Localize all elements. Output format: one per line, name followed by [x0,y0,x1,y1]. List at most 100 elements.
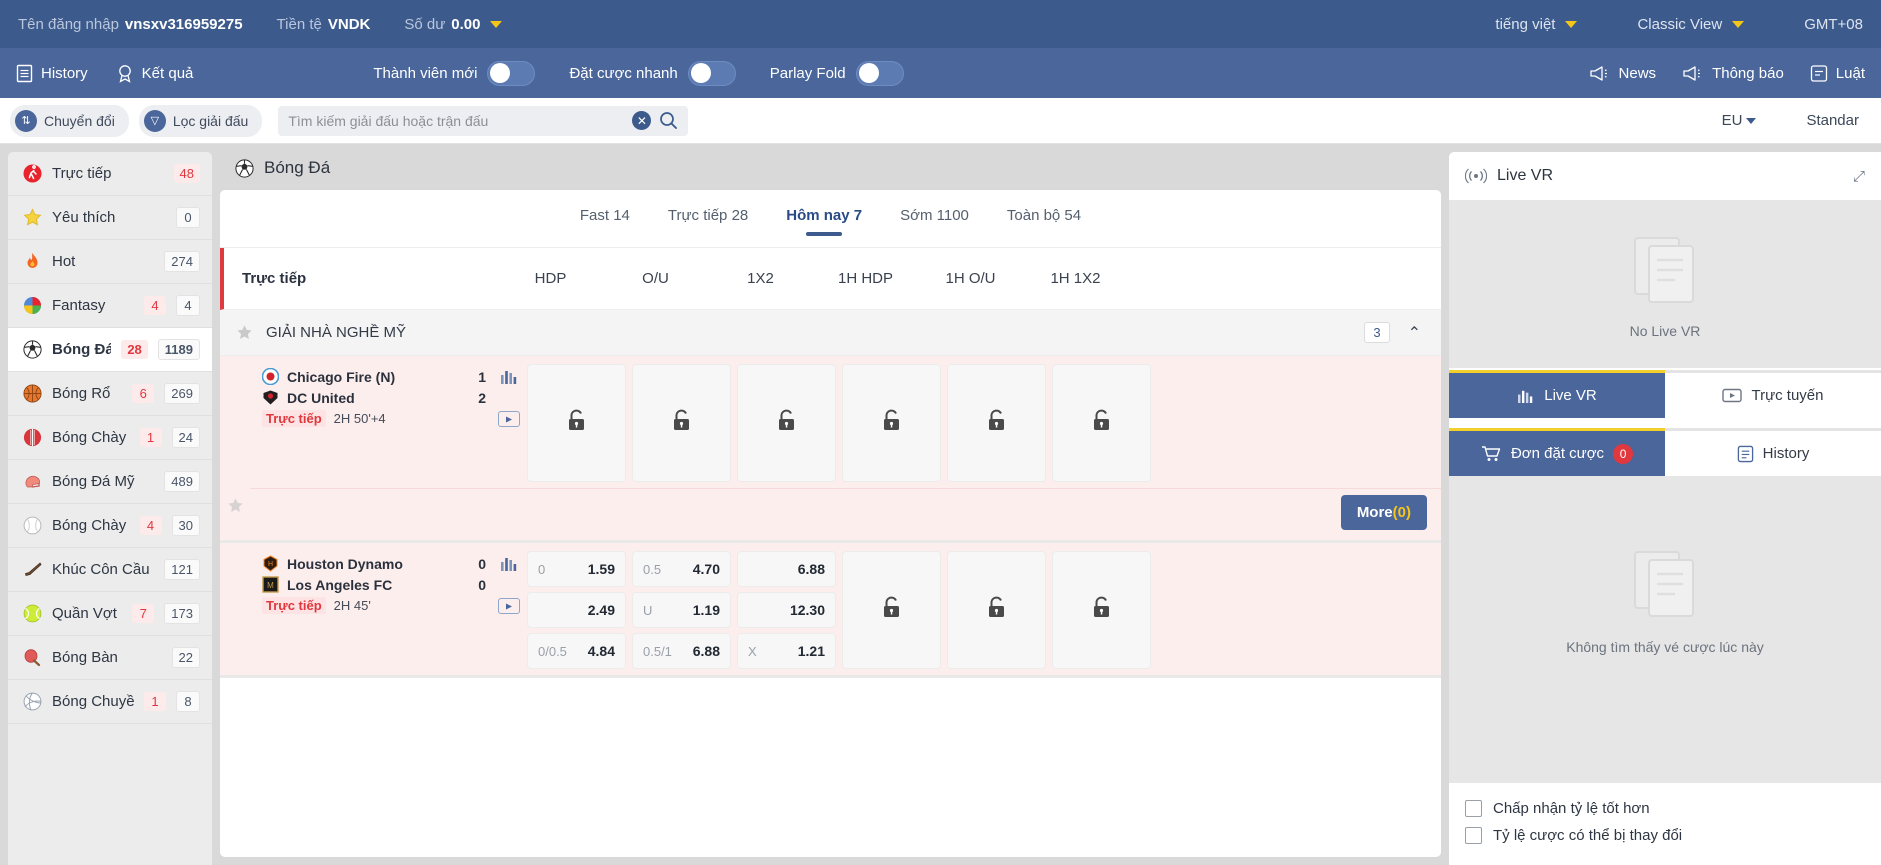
layout-selector[interactable]: Standar [1806,112,1859,129]
nav-results[interactable]: Kết quả [116,64,193,83]
sidebar-item-fantasy[interactable]: Fantasy 4 4 [8,284,212,328]
sidebar-item-cricket[interactable]: Bóng Chày 1 24 [8,416,212,460]
empty-document-icon [1619,544,1711,627]
clear-icon[interactable]: ✕ [632,111,652,130]
sidebar-badge-gray: 489 [164,471,200,492]
odds-cell[interactable]: 2.49 [527,592,626,628]
odds-value: 4.70 [692,561,720,577]
view-mode-selector[interactable]: Classic View [1637,16,1745,33]
odds-cell[interactable]: U 1.19 [632,592,731,628]
nav-history[interactable]: History [16,64,88,83]
league-header[interactable]: GIẢI NHÀ NGHỀ MỸ 3 ⌃ [220,310,1441,356]
checkbox-accept-better-odds[interactable] [1465,800,1482,817]
language-selector[interactable]: tiếng việt [1495,16,1578,33]
search-input[interactable] [288,112,625,129]
sidebar-item-live[interactable]: Trực tiếp 48 [8,152,212,196]
tab-stream-label: Trực tuyến [1751,387,1824,404]
nav-notice[interactable]: Thông báo [1682,65,1784,82]
sidebar-item-ice-hockey[interactable]: Khúc Côn Cầu 121 [8,548,212,592]
sidebar-item-tennis[interactable]: Quần Vợt 7 173 [8,592,212,636]
option-odds-may-change[interactable]: Tỷ lệ cược có thể bị thay đổi [1465,822,1865,849]
new-member-toggle[interactable] [487,60,536,86]
funnel-icon: ▽ [143,109,166,132]
svg-text:M: M [267,581,274,590]
parlay-fold-toggle[interactable] [855,60,904,86]
tab-today[interactable]: Hôm nay 7 [784,201,864,236]
live-stream-icon[interactable] [498,598,520,614]
switch-icon: ⇅ [15,109,37,132]
home-team-line: Chicago Fire (N) 1 [261,367,486,386]
odds-cell[interactable]: 0 1.59 [527,551,626,587]
odds-cell[interactable]: 0/0.5 4.84 [527,633,626,669]
play-screen-icon [1722,388,1743,403]
search-box[interactable]: ✕ [278,105,689,136]
live-stream-icon[interactable] [498,411,520,427]
betslip-count-badge: 0 [1613,443,1634,464]
favorite-star-icon[interactable] [220,356,250,540]
quick-bet-toggle[interactable] [687,60,736,86]
odds-format-selector[interactable]: EU [1722,112,1757,129]
handicap-value: X [748,643,757,659]
parlay-fold-toggle-group[interactable]: Parlay Fold [770,60,904,86]
quick-bet-toggle-group[interactable]: Đặt cược nhanh [569,60,736,86]
sidebar-item-basketball[interactable]: Bóng Rổ 6 269 [8,372,212,416]
live-vr-title: Live VR [1497,167,1554,184]
tab-betslip[interactable]: Đơn đặt cược 0 [1449,428,1665,476]
locked-market-cell [842,551,941,669]
home-team-line: H Houston Dynamo 0 [262,555,486,572]
sidebar-item-hot[interactable]: Hot 274 [8,240,212,284]
receipt-icon [16,64,33,83]
option-accept-better-odds[interactable]: Chấp nhận tỷ lệ tốt hơn [1465,795,1865,822]
search-icon[interactable] [659,111,678,130]
lock-icon [671,409,692,438]
nav-rules[interactable]: Luật [1810,64,1865,83]
sidebar-badge-gray: 173 [164,603,200,624]
locked-market-cell [1052,364,1151,482]
tab-stream[interactable]: Trực tuyến [1665,370,1881,418]
league-filter-label: Lọc giải đấu [172,112,249,129]
odds-cell[interactable]: 6.88 [737,551,836,587]
stats-bars-icon[interactable] [500,368,519,389]
match-status: Trực tiếp 2H 50'+4 [262,410,486,427]
sidebar-item-baseball[interactable]: Bóng Chày 4 30 [8,504,212,548]
new-member-toggle-group[interactable]: Thành viên mới [373,60,536,86]
tab-history[interactable]: History [1665,428,1881,476]
balance-dropdown[interactable]: Số dư 0.00 [404,16,503,33]
sidebar-badge-red: 1 [139,428,162,447]
market-col-ou: O/U [642,270,669,287]
nav-news[interactable]: News [1589,65,1656,82]
cart-icon [1481,445,1502,462]
sidebar-item-volleyball[interactable]: Bóng Chuyền 1 8 [8,680,212,724]
star-icon[interactable] [234,323,254,343]
odds-col-1x2 [734,364,839,482]
sidebar-item-american-football[interactable]: Bóng Đá Mỹ 489 [8,460,212,504]
odds-cell[interactable]: X 1.21 [737,633,836,669]
chevron-up-icon[interactable]: ⌃ [1402,323,1427,343]
odds-cell[interactable]: 0.5 4.70 [632,551,731,587]
more-count: (0) [1392,504,1411,521]
tab-live[interactable]: Trực tiếp 28 [666,201,750,236]
timezone-display: GMT+08 [1804,16,1863,33]
sidebar-item-table-tennis[interactable]: Bóng Bàn 22 [8,636,212,680]
odds-cell[interactable]: 12.30 [737,592,836,628]
sidebar-item-soccer[interactable]: Bóng Đá 28 1189 [8,328,212,372]
username-label: Tên đăng nhập [18,15,119,33]
tab-early[interactable]: Sớm 1100 [898,201,971,236]
favorite-star-icon[interactable] [220,543,250,675]
checkbox-odds-may-change[interactable] [1465,827,1482,844]
tab-fast[interactable]: Fast 14 [578,201,632,236]
tab-all[interactable]: Toàn bộ 54 [1005,201,1083,236]
market-col-hdp: HDP [534,270,567,287]
top-account-bar: Tên đăng nhập vnsxv316959275 Tiền tệ VND… [0,0,1881,48]
switch-button[interactable]: ⇅ Chuyển đổi [10,104,129,137]
odds-grid: 0 1.59 2.49 0/0.5 4.84 0.5 4.70 U 1.19 0… [524,543,1441,675]
svg-text:H: H [268,561,273,568]
sidebar-item-favorites[interactable]: Yêu thích 0 [8,196,212,240]
stats-bars-icon[interactable] [500,555,519,576]
tab-live-vr[interactable]: Live VR [1449,370,1665,418]
league-filter-button[interactable]: ▽ Lọc giải đấu [138,104,263,137]
cricket-ball-icon [22,428,42,448]
more-markets-button[interactable]: More(0) [1340,495,1427,530]
odds-cell[interactable]: 0.5/1 6.88 [632,633,731,669]
expand-icon[interactable]: ⤢ [1853,168,1865,185]
